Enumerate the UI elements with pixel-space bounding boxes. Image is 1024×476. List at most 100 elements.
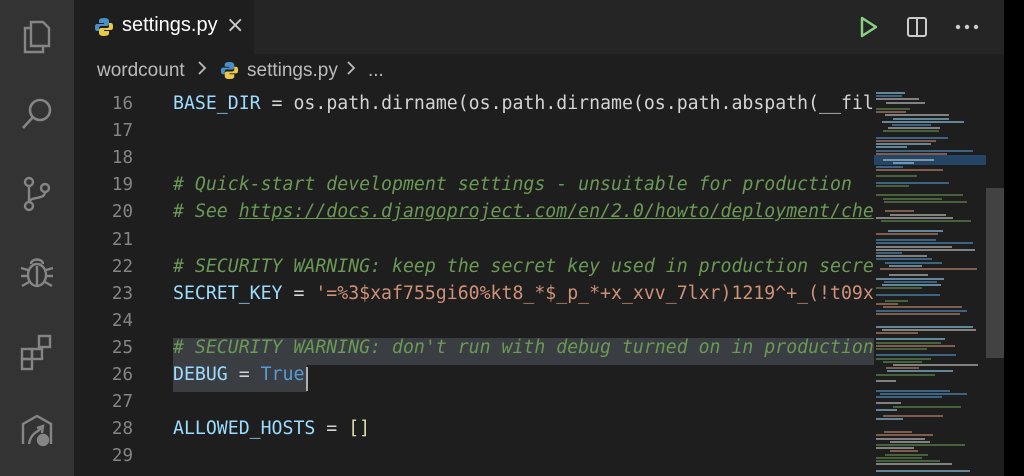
- minimap-line: [876, 242, 974, 245]
- code-text: # Quick-start development settings - uns…: [173, 174, 852, 195]
- minimap-line: [883, 360, 923, 363]
- tab-settings-py[interactable]: settings.py ×: [74, 0, 254, 54]
- code-line[interactable]: 16 BASE_DIR = os.path.dirname(os.path.dir…: [74, 90, 874, 117]
- code-text: DEBUG = True: [173, 364, 304, 385]
- minimap-line: [893, 405, 961, 408]
- minimap-line: [876, 287, 923, 290]
- minimap-line: [876, 348, 927, 350]
- code-line[interactable]: 18: [74, 144, 874, 171]
- minimap-line: [876, 168, 943, 171]
- python-file-icon: [220, 61, 239, 80]
- minimap-line: [876, 98, 919, 101]
- minimap-line: [889, 264, 923, 267]
- run-icon[interactable]: [854, 12, 884, 42]
- minimap-line: [890, 450, 919, 453]
- minimap-line: [876, 341, 942, 344]
- code-text: BASE_DIR = os.path.dirname(os.path.dirna…: [173, 93, 874, 114]
- split-editor-icon[interactable]: [902, 12, 932, 42]
- close-icon[interactable]: ×: [226, 13, 244, 38]
- breadcrumb-folder[interactable]: wordcount: [97, 60, 185, 82]
- minimap-line: [880, 392, 968, 395]
- explorer-icon[interactable]: [15, 14, 59, 58]
- line-number: 23: [111, 283, 133, 304]
- minimap-line: [876, 434, 933, 437]
- activity-bar: [0, 0, 74, 476]
- minimap-line: [893, 117, 949, 120]
- minimap-line: [885, 114, 950, 117]
- code-token: os.path.dirname(os.path.dirname(os.path.…: [293, 93, 874, 114]
- code-token: =: [282, 282, 316, 304]
- minimap-line: [876, 469, 971, 472]
- code-line[interactable]: 17: [74, 117, 874, 144]
- code-text: # See https://docs.djangoproject.com/en/…: [173, 201, 874, 222]
- code-line[interactable]: 25 # SECURITY WARNING: don't run with deb…: [74, 334, 874, 361]
- code-line[interactable]: 29: [74, 442, 874, 469]
- minimap-line: [876, 303, 899, 306]
- minimap-line: [876, 143, 932, 146]
- minimap-line: [876, 252, 903, 254]
- minimap-line: [876, 447, 914, 450]
- minimap-line: [876, 389, 950, 392]
- minimap-line: [876, 380, 897, 382]
- minimap-line: [876, 140, 936, 142]
- breadcrumb: wordcount settings.py ...: [74, 54, 1004, 88]
- minimap-line: [876, 111, 906, 114]
- minimap-line: [884, 280, 938, 283]
- line-number: 21: [111, 229, 133, 250]
- extensions-icon[interactable]: [15, 330, 59, 374]
- more-actions-icon[interactable]: [952, 12, 982, 42]
- minimap-line: [882, 284, 941, 286]
- minimap-line: [883, 415, 943, 418]
- code-token: BASE_DIR: [173, 93, 261, 114]
- code-token: # SECURITY WARNING: don't run with debug…: [173, 336, 874, 358]
- remote-icon[interactable]: [15, 408, 59, 452]
- minimap-line: [876, 293, 941, 296]
- search-icon[interactable]: [15, 92, 59, 136]
- minimap-line: [883, 159, 935, 162]
- minimap-line: [876, 396, 942, 398]
- minimap-line: [876, 165, 904, 168]
- vertical-scrollbar[interactable]: [986, 88, 1004, 476]
- minimap-line: [876, 277, 944, 280]
- code-line[interactable]: 28 ALLOWED_HOSTS = []: [74, 415, 874, 442]
- minimap-line: [876, 456, 922, 459]
- minimap-line: [885, 210, 914, 213]
- minimap-line: [876, 325, 974, 328]
- minimap-line: [876, 216, 954, 219]
- code-line[interactable]: 21: [74, 226, 874, 253]
- code-line[interactable]: 20 # See https://docs.djangoproject.com/e…: [74, 198, 874, 225]
- minimap-line: [876, 354, 957, 357]
- line-number: 24: [111, 310, 133, 331]
- breadcrumb-file[interactable]: settings.py: [247, 60, 338, 82]
- minimap-line: [893, 364, 979, 366]
- line-number: 19: [111, 175, 133, 196]
- code-token: SECRET_KEY: [173, 282, 283, 304]
- minimap-line: [884, 431, 913, 434]
- minimap-line: [890, 213, 947, 216]
- code-line[interactable]: 24: [74, 307, 874, 334]
- minimap-line: [885, 261, 943, 264]
- code-line[interactable]: 19 # Quick-start development settings - u…: [74, 171, 874, 198]
- code-line[interactable]: 23 SECRET_KEY = '=%3$xaf755gi60%kt8_*$_p_…: [74, 280, 874, 307]
- minimap[interactable]: [874, 88, 986, 476]
- code-line[interactable]: 27: [74, 388, 874, 415]
- minimap-line: [876, 92, 906, 94]
- breadcrumb-more[interactable]: ...: [368, 60, 384, 82]
- line-number: 18: [111, 148, 133, 169]
- source-control-icon[interactable]: [15, 172, 59, 216]
- code-token: ALLOWED_HOSTS: [173, 418, 316, 440]
- minimap-line: [876, 248, 976, 251]
- minimap-line: [883, 130, 940, 133]
- code-token: '=%3$xaf755gi60%kt8_*$_p_*+x_xvv_7lxr)12…: [315, 282, 874, 304]
- code-token: DEBUG: [173, 364, 228, 385]
- minimap-line: [876, 232, 939, 235]
- minimap-line: [876, 312, 961, 315]
- code-token: https://docs.djangoproject.com/en/2.0/ho…: [238, 201, 874, 223]
- code-line[interactable]: 26 DEBUG = True: [74, 361, 874, 388]
- debug-icon[interactable]: [15, 250, 59, 294]
- chevron-right-icon: [345, 58, 357, 84]
- line-number: 26: [111, 365, 133, 385]
- code-line[interactable]: 22 # SECURITY WARNING: keep the secret ke…: [74, 253, 874, 280]
- scroll-thumb[interactable]: [986, 188, 1004, 358]
- code-editor[interactable]: 16 BASE_DIR = os.path.dirname(os.path.dir…: [74, 88, 1004, 476]
